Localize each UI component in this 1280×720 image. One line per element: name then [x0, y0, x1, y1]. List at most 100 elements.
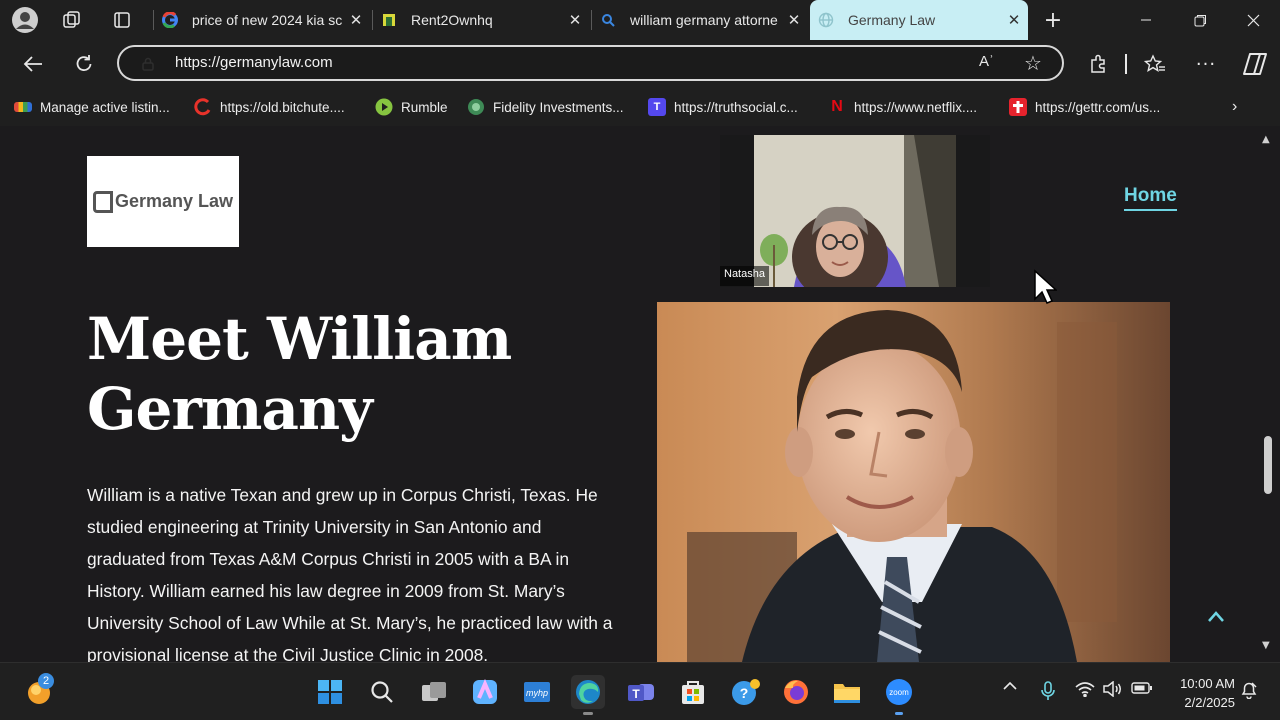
bookmark-item[interactable]: Manage active listin...: [14, 96, 170, 118]
myhp-icon[interactable]: myhp: [520, 675, 554, 709]
tab-actions-icon[interactable]: [107, 5, 137, 35]
copilot-icon[interactable]: [1241, 50, 1269, 78]
site-logo[interactable]: Germany Law: [87, 156, 239, 247]
truthsocial-icon: T: [648, 98, 666, 116]
participant-name-label: Natasha: [720, 266, 769, 286]
rent2own-icon: [381, 12, 397, 28]
tab-title: price of new 2024 kia sc: [192, 12, 342, 28]
volume-icon[interactable]: [1102, 681, 1124, 697]
bio-paragraph: William is a native Texan and grew up in…: [87, 485, 613, 662]
fidelity-icon: [467, 98, 485, 116]
bookmark-label: https://old.bitchute....: [220, 99, 345, 115]
notifications-icon[interactable]: [1238, 681, 1260, 699]
running-app-indicator: [895, 712, 903, 715]
zoom-icon[interactable]: zoom: [882, 675, 916, 715]
clock-time: 10:00 AM: [1180, 676, 1235, 691]
rumble-icon: [375, 98, 393, 116]
task-view-icon[interactable]: [417, 675, 451, 709]
scroll-to-top-icon[interactable]: [1206, 604, 1226, 629]
search-icon[interactable]: [365, 675, 399, 709]
bookmark-label: https://truthsocial.c...: [674, 99, 798, 115]
bookmark-label: https://www.netflix....: [854, 99, 978, 115]
tab-kia[interactable]: price of new 2024 kia sc ✕: [154, 0, 370, 40]
svg-text:myhp: myhp: [526, 688, 548, 698]
google-icon: [162, 12, 178, 28]
video-call-tile[interactable]: [754, 135, 956, 287]
favorite-star-icon[interactable]: ☆: [1024, 51, 1042, 75]
close-icon[interactable]: ✕: [342, 11, 370, 29]
attorney-portrait-photo: [657, 302, 1170, 662]
globe-icon: [818, 12, 834, 28]
start-icon[interactable]: [313, 675, 347, 709]
toolbar-divider: [1125, 54, 1127, 74]
profile-icon[interactable]: [10, 5, 40, 35]
scrollbar-thumb[interactable]: [1264, 436, 1272, 494]
back-icon[interactable]: [19, 50, 47, 78]
copilot-app-icon[interactable]: [468, 675, 502, 709]
read-aloud-icon[interactable]: Aʾ: [979, 53, 994, 70]
bookmark-item[interactable]: Fidelity Investments...: [467, 96, 624, 118]
page-title: Meet William Germany: [87, 305, 512, 443]
battery-icon[interactable]: [1130, 681, 1154, 695]
page-content: Germany Law Home Meet William Germany Wi…: [0, 126, 1258, 662]
workspaces-icon[interactable]: [57, 5, 87, 35]
tab-rent2own[interactable]: Rent2Ownhq ✕: [373, 0, 589, 40]
close-icon[interactable]: ✕: [780, 11, 808, 29]
firefox-icon[interactable]: [779, 675, 813, 709]
system-clock[interactable]: 10:00 AM 2/2/2025: [1165, 674, 1235, 712]
nav-home-link[interactable]: Home: [1124, 185, 1177, 211]
tab-germany-law[interactable]: Germany Law ✕: [810, 0, 1028, 40]
bookmark-item[interactable]: N https://www.netflix....: [828, 96, 977, 118]
bookmark-item[interactable]: https://old.bitchute....: [194, 96, 345, 118]
tab-title: Rent2Ownhq: [411, 12, 493, 28]
bookmark-item[interactable]: Rumble: [375, 96, 448, 118]
lock-icon[interactable]: [141, 56, 155, 71]
close-window-icon[interactable]: [1226, 0, 1280, 40]
wifi-icon[interactable]: [1074, 681, 1096, 697]
show-hidden-icons-chevron-icon[interactable]: [1000, 681, 1020, 691]
tab-william-search[interactable]: william germany attorne ✕: [592, 0, 808, 40]
widgets-badge: 2: [38, 673, 54, 689]
chevron-right-icon[interactable]: ›: [1232, 96, 1237, 118]
active-app-indicator: [583, 712, 593, 715]
bookmark-label: Fidelity Investments...: [493, 99, 624, 115]
svg-text:zoom: zoom: [889, 688, 909, 697]
windows-taskbar: 2 myhp T ? zoom 10:00 AM 2/2/2025: [0, 662, 1280, 720]
tab-title: william germany attorne: [630, 12, 778, 28]
edge-icon[interactable]: [571, 675, 605, 715]
tab-strip: price of new 2024 kia sc ✕ Rent2Ownhq ✕ …: [0, 0, 1280, 40]
restore-icon[interactable]: [1173, 0, 1227, 40]
netflix-icon: N: [831, 98, 843, 115]
close-icon[interactable]: ✕: [561, 11, 589, 29]
gettr-icon: [1009, 98, 1027, 116]
extensions-icon[interactable]: [1084, 50, 1112, 78]
clock-date: 2/2/2025: [1184, 695, 1235, 710]
bookmarks-bar: Manage active listin... https://old.bitc…: [0, 88, 1280, 126]
url-text[interactable]: https://germanylaw.com: [175, 54, 333, 71]
more-options-icon[interactable]: ···: [1192, 50, 1220, 78]
logo-text: Germany Law: [114, 191, 234, 211]
teams-icon[interactable]: T: [624, 675, 658, 709]
new-tab-icon[interactable]: +: [1038, 5, 1068, 35]
page-scrollbar[interactable]: ▲ ▼: [1258, 126, 1280, 662]
minimize-icon[interactable]: [1119, 0, 1173, 40]
microphone-icon[interactable]: [1038, 681, 1058, 701]
marketplace-icon: [14, 102, 32, 112]
scroll-down-arrow-icon[interactable]: ▼: [1262, 640, 1270, 651]
bookmark-item[interactable]: https://gettr.com/us...: [1009, 96, 1160, 118]
store-icon[interactable]: [676, 675, 710, 709]
close-icon[interactable]: ✕: [1000, 11, 1028, 29]
bookmark-item[interactable]: T https://truthsocial.c...: [648, 96, 798, 118]
refresh-icon[interactable]: [70, 50, 98, 78]
navigation-bar: https://germanylaw.com Aʾ ☆ ···: [0, 40, 1280, 88]
bookmark-label: Rumble: [401, 99, 448, 115]
get-help-icon[interactable]: ?: [728, 675, 762, 709]
tab-title: Germany Law: [848, 12, 936, 28]
search-icon: [600, 12, 616, 28]
file-explorer-icon[interactable]: [830, 675, 864, 709]
scroll-up-arrow-icon[interactable]: ▲: [1262, 134, 1270, 145]
address-bar[interactable]: https://germanylaw.com Aʾ ☆: [117, 45, 1064, 81]
svg-text:T: T: [632, 687, 640, 701]
svg-text:?: ?: [740, 685, 749, 701]
favorites-icon[interactable]: [1141, 50, 1169, 78]
